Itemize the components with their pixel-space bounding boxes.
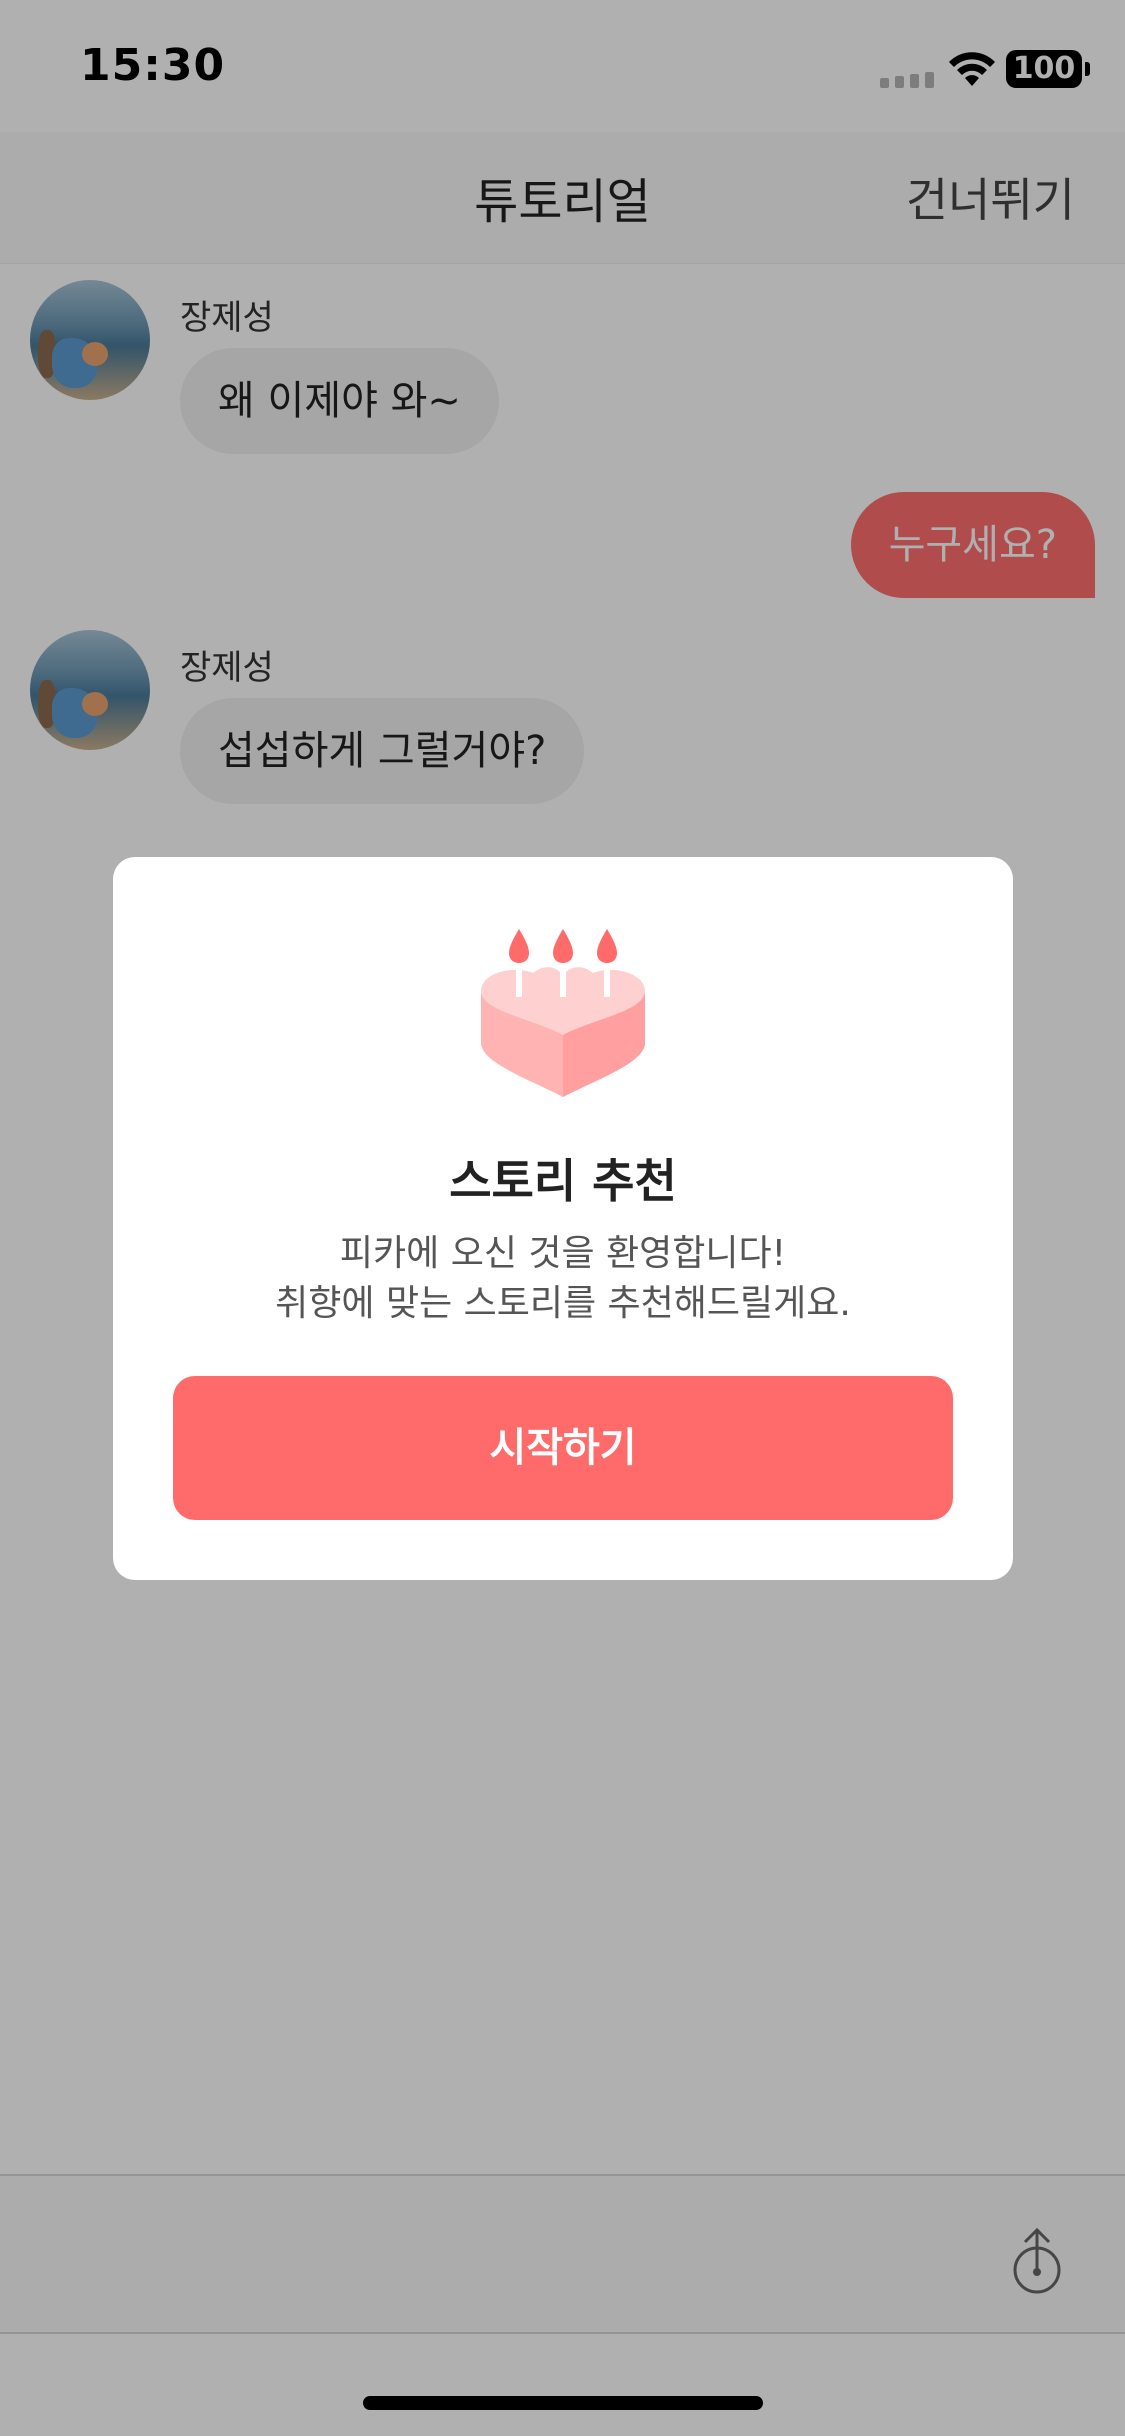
modal-description-line: 취향에 맞는 스토리를 추천해드릴게요. (275, 1283, 851, 1324)
modal-description: 피카에 오신 것을 환영합니다! 취향에 맞는 스토리를 추천해드릴게요. (113, 1229, 1013, 1329)
modal-title: 스토리 추천 (449, 1154, 677, 1208)
modal-description-line: 피카에 오신 것을 환영합니다! (339, 1233, 787, 1274)
heart-cake-icon (481, 929, 645, 1097)
start-button[interactable]: 시작하기 (173, 1376, 953, 1520)
story-recommendation-modal: 스토리 추천 피카에 오신 것을 환영합니다! 취향에 맞는 스토리를 추천해드… (113, 857, 1013, 1580)
